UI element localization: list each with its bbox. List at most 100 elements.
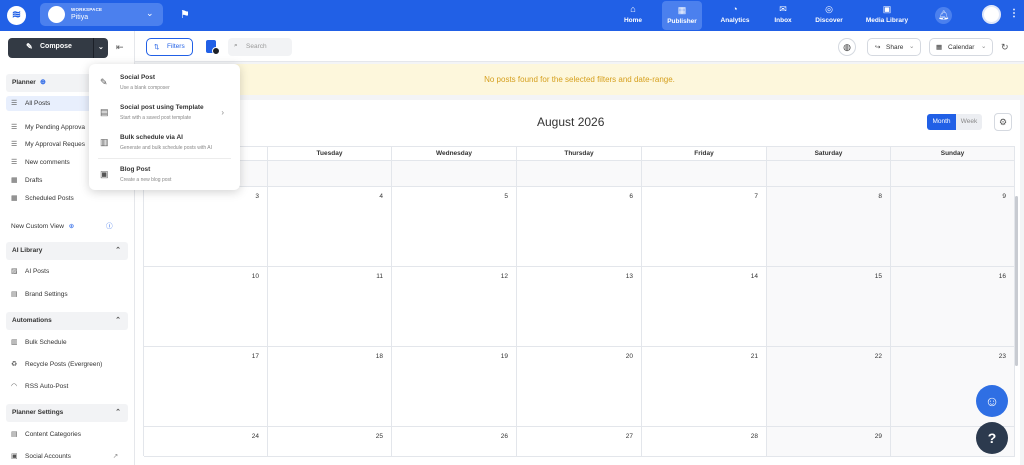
day-number: 12 — [500, 273, 508, 280]
menu-item-template-post[interactable]: ▤ Social post using Template Start with … — [89, 98, 240, 128]
globe-icon[interactable]: ◍ — [838, 38, 856, 56]
collapse-sidebar-icon[interactable]: ⇤ — [116, 42, 124, 53]
day-header: Sunday — [891, 147, 1015, 161]
calendar-day-cell[interactable]: 20 — [517, 347, 642, 427]
day-header: Thursday — [517, 147, 642, 161]
calendar-day-cell[interactable]: 7 — [642, 187, 767, 267]
automations-section[interactable]: Automations ⌃ — [6, 312, 128, 330]
nav-inbox[interactable]: ✉ Inbox — [766, 0, 800, 31]
calendar-day-cell[interactable]: 21 — [642, 347, 767, 427]
chatbot-icon[interactable]: ☺ — [976, 385, 1008, 417]
calendar-day-cell[interactable]: 3 — [144, 187, 268, 267]
sidebar-item-bulk-schedule[interactable]: ▥ Bulk Schedule — [11, 338, 67, 346]
flag-icon[interactable]: ⚑ — [180, 8, 190, 21]
sidebar-item-pending-approval[interactable]: ☰ My Pending Approva — [11, 123, 85, 131]
nav-analytics[interactable]: ◔ Analytics — [715, 0, 755, 31]
menu-item-bulk-schedule-ai[interactable]: ▥ Bulk schedule via AI Generate and bulk… — [89, 128, 240, 158]
day-number: 3 — [255, 193, 259, 200]
calendar-day-cell[interactable]: 13 — [517, 267, 642, 347]
week-view-button[interactable]: Week — [956, 114, 982, 130]
sidebar-item-new-comments[interactable]: ☰ New comments — [11, 158, 70, 166]
compose-dropdown-menu: ✎ Social Post Use a blank composer ▤ Soc… — [89, 64, 240, 190]
sidebar-item-ai-posts[interactable]: ▨ AI Posts — [11, 267, 49, 275]
nav-discover[interactable]: ◎ Discover — [810, 0, 848, 31]
sidebar-item-label: Recycle Posts (Evergreen) — [25, 361, 103, 368]
new-custom-view[interactable]: New Custom View ⊕ ⓘ — [11, 220, 113, 230]
calendar-day-cell[interactable] — [268, 161, 392, 187]
nav-media-library[interactable]: ▣ Media Library — [862, 0, 912, 31]
menu-item-social-post[interactable]: ✎ Social Post Use a blank composer — [89, 68, 240, 98]
help-button[interactable]: ? — [976, 422, 1008, 454]
calendar-icon: ▦ — [11, 195, 18, 202]
calendar-day-cell[interactable]: 9 — [891, 187, 1015, 267]
compose-button[interactable]: ✎ Compose ⌄ — [8, 38, 108, 58]
calendar-day-cell[interactable]: 15 — [767, 267, 891, 347]
calendar-day-cell[interactable]: 16 — [891, 267, 1015, 347]
day-header: Friday — [642, 147, 767, 161]
refresh-icon[interactable]: ↻ — [1001, 42, 1009, 53]
calendar-day-cell[interactable] — [767, 161, 891, 187]
calendar-view-button[interactable]: ▦ Calendar ⌄ — [929, 38, 993, 56]
calendar-day-cell[interactable]: 19 — [392, 347, 517, 427]
calendar-day-cell[interactable] — [891, 161, 1015, 187]
planner-settings-label: Planner Settings — [12, 409, 64, 416]
day-number: 19 — [500, 353, 508, 360]
workspace-switcher[interactable]: WORKSPACE Pitiya ⌄ — [40, 3, 163, 26]
more-vertical-icon[interactable]: ⋮ — [1009, 8, 1019, 19]
calendar-day-cell[interactable]: 10 — [144, 267, 268, 347]
calendar-day-cell[interactable]: 25 — [268, 427, 392, 457]
sidebar-item-rss-auto-post[interactable]: ◠ RSS Auto-Post — [11, 382, 68, 390]
calendar-day-cell[interactable]: 26 — [392, 427, 517, 457]
sidebar-item-drafts[interactable]: ▦ Drafts — [11, 176, 42, 184]
calendar-day-cell[interactable]: 4 — [268, 187, 392, 267]
filters-button[interactable]: ⇅ Filters — [146, 38, 193, 56]
help-circle-icon[interactable]: ⓘ — [106, 223, 113, 230]
nav-publisher[interactable]: ▦ Publisher — [662, 1, 702, 30]
brand-icon: ▤ — [11, 291, 18, 298]
calendar-day-cell[interactable]: 18 — [268, 347, 392, 427]
calendar-day-cell[interactable] — [517, 161, 642, 187]
gear-icon[interactable]: ⚙ — [994, 113, 1012, 131]
user-avatar[interactable] — [982, 5, 1001, 24]
sidebar-item-content-categories[interactable]: ▤ Content Categories — [11, 430, 81, 438]
share-button[interactable]: ↪ Share ⌄ — [867, 38, 921, 56]
calendar-day-cell[interactable]: 5 — [392, 187, 517, 267]
day-number: 15 — [874, 273, 882, 280]
calendar-day-cell[interactable]: 27 — [517, 427, 642, 457]
menu-item-title: Social post using Template — [120, 104, 204, 111]
calendar-day-cell[interactable]: 28 — [642, 427, 767, 457]
nav-home[interactable]: ⌂ Home — [614, 0, 652, 31]
calendar-day-cell[interactable] — [392, 161, 517, 187]
sidebar-item-social-accounts[interactable]: ▣ Social Accounts ↗ — [11, 452, 118, 460]
day-header: Tuesday — [268, 147, 392, 161]
calendar-day-cell[interactable]: 8 — [767, 187, 891, 267]
social-accounts-filter-icon[interactable] — [206, 40, 220, 55]
sidebar-item-scheduled-posts[interactable]: ▦ Scheduled Posts — [11, 194, 74, 202]
calendar-day-cell[interactable]: 29 — [767, 427, 891, 457]
search-input[interactable]: ⌕ Search — [228, 38, 292, 56]
sidebar-item-recycle-posts[interactable]: ♻ Recycle Posts (Evergreen) — [11, 360, 102, 368]
menu-item-blog-post[interactable]: ▣ Blog Post Create a new blog post — [89, 160, 240, 190]
calendar-day-cell[interactable] — [642, 161, 767, 187]
month-view-button[interactable]: Month — [927, 114, 956, 130]
sidebar-item-brand-settings[interactable]: ▤ Brand Settings — [11, 290, 68, 298]
add-circle-icon[interactable]: ⊕ — [40, 78, 46, 86]
calendar-day-cell[interactable]: 22 — [767, 347, 891, 427]
calendar-day-cell[interactable]: 14 — [642, 267, 767, 347]
pencil-icon: ✎ — [100, 77, 108, 87]
day-number: 5 — [504, 193, 508, 200]
bell-icon[interactable]: 🔔︎ — [935, 7, 952, 24]
sidebar-item-approval-requests[interactable]: ☰ My Approval Reques — [11, 140, 85, 148]
image-icon: ▨ — [11, 268, 18, 275]
calendar-day-cell[interactable]: 11 — [268, 267, 392, 347]
calendar-day-cell[interactable]: 17 — [144, 347, 268, 427]
chevron-down-icon[interactable]: ⌄ — [98, 43, 104, 51]
calendar-day-cell[interactable]: 12 — [392, 267, 517, 347]
planner-settings-section[interactable]: Planner Settings ⌃ — [6, 404, 128, 422]
scrollbar[interactable] — [1015, 196, 1018, 366]
calendar-day-cell[interactable]: 24 — [144, 427, 268, 457]
workspace-avatar — [48, 6, 65, 23]
ai-library-section[interactable]: AI Library ⌃ — [6, 242, 128, 260]
calendar-day-cell[interactable]: 6 — [517, 187, 642, 267]
app-logo-icon[interactable]: ≋ — [7, 6, 26, 25]
